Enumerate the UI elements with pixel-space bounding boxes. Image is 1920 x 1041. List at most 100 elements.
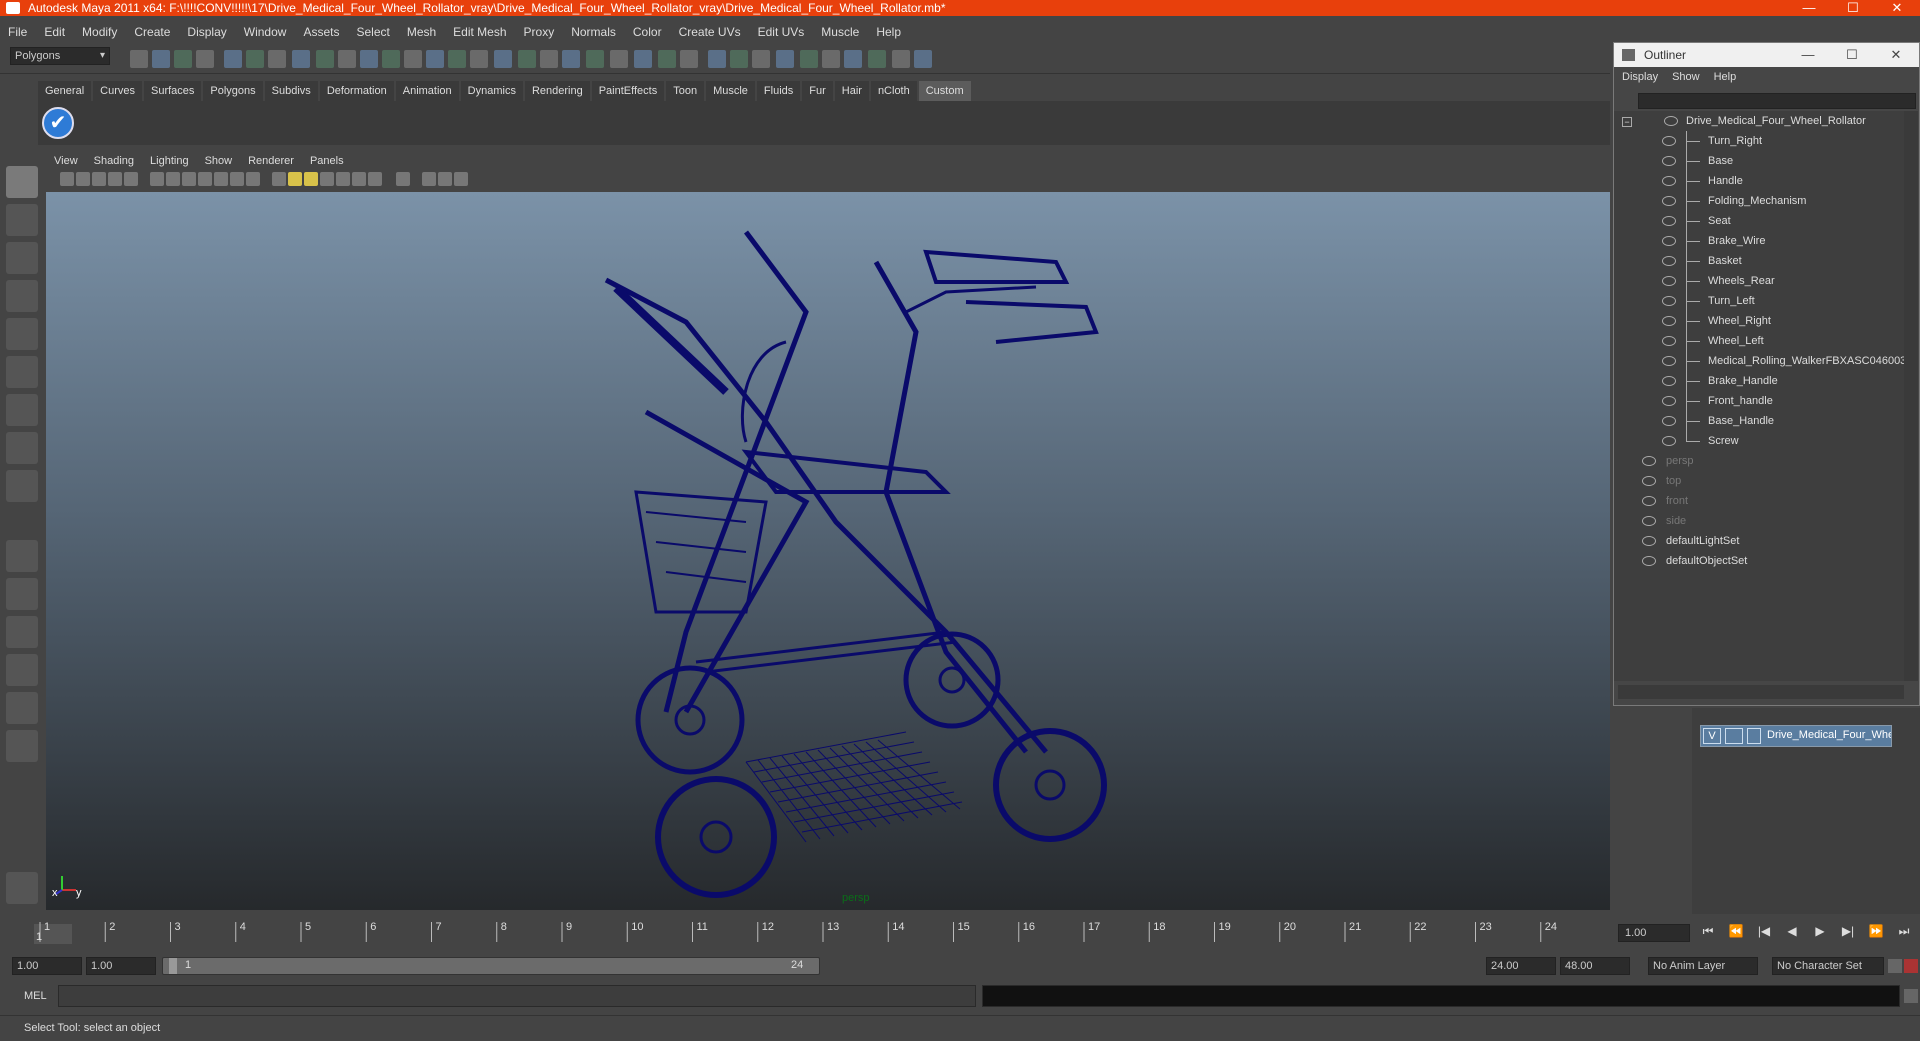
menu-muscle[interactable]: Muscle xyxy=(821,25,859,39)
outliner-menu-show[interactable]: Show xyxy=(1672,71,1700,83)
panel-menu-view[interactable]: View xyxy=(54,155,78,167)
layer-visibility-toggle[interactable]: V xyxy=(1703,728,1721,744)
grid-icon[interactable] xyxy=(150,172,164,186)
lock-camera-icon[interactable] xyxy=(76,172,90,186)
shelf-tab-dynamics[interactable]: Dynamics xyxy=(460,81,523,101)
outliner-item[interactable]: Basket xyxy=(1614,251,1904,271)
snap-point-icon[interactable] xyxy=(518,50,536,68)
outliner-item[interactable]: persp xyxy=(1614,451,1904,471)
panel-menu-panels[interactable]: Panels xyxy=(310,155,344,167)
shelf-tab-curves[interactable]: Curves xyxy=(93,81,142,101)
playback-button-7[interactable]: ⏭ xyxy=(1890,924,1918,939)
film-gate-icon[interactable] xyxy=(166,172,180,186)
menu-create-uvs[interactable]: Create UVs xyxy=(679,25,741,39)
animation-start-field[interactable]: 1.00 xyxy=(12,957,82,975)
manipulator-tool-icon[interactable] xyxy=(6,394,38,426)
outliner-item[interactable]: Medical_Rolling_WalkerFBXASC046003 xyxy=(1614,351,1906,371)
mel-label[interactable]: MEL xyxy=(24,990,47,1002)
soft-mod-tool-icon[interactable] xyxy=(6,432,38,464)
wireframe-icon[interactable] xyxy=(272,172,286,186)
panel-menu-shading[interactable]: Shading xyxy=(94,155,134,167)
panel-menu-renderer[interactable]: Renderer xyxy=(248,155,294,167)
safe-title-icon[interactable] xyxy=(246,172,260,186)
xray-active-icon[interactable] xyxy=(454,172,468,186)
textured-icon[interactable] xyxy=(336,172,350,186)
range-start-handle[interactable] xyxy=(169,958,177,974)
outliner-item[interactable]: defaultObjectSet xyxy=(1614,551,1904,571)
outliner-item[interactable]: Drive_Medical_Four_Wheel_Rollator xyxy=(1614,111,1904,131)
menu-edit[interactable]: Edit xyxy=(44,25,65,39)
select-joint-icon[interactable] xyxy=(292,50,310,68)
safe-action-icon[interactable] xyxy=(230,172,244,186)
hand-tool-icon[interactable] xyxy=(6,872,38,904)
select-misc-icon[interactable] xyxy=(426,50,444,68)
bounding-box-icon[interactable] xyxy=(320,172,334,186)
paint-select-tool-icon[interactable] xyxy=(6,242,38,274)
layer-color-swatch[interactable] xyxy=(1747,728,1761,744)
animation-end-field[interactable]: 48.00 xyxy=(1560,957,1630,975)
hypershade-icon[interactable] xyxy=(752,50,770,68)
outliner-vertical-scrollbar[interactable] xyxy=(1904,111,1918,681)
shelf-tab-fur[interactable]: Fur xyxy=(802,81,833,101)
select-hierarchy-icon[interactable] xyxy=(196,50,214,68)
rotate-tool-icon[interactable] xyxy=(6,318,38,350)
outliner-item[interactable]: Screw xyxy=(1614,431,1904,451)
show-tool-icon[interactable] xyxy=(800,50,818,68)
outliner-minimize-button[interactable]: — xyxy=(1786,43,1830,67)
playback-button-3[interactable]: ◀ xyxy=(1778,924,1806,938)
close-button[interactable]: ✕ xyxy=(1874,0,1920,16)
camera-attributes-icon[interactable] xyxy=(92,172,106,186)
smooth-shade-icon[interactable] xyxy=(288,172,302,186)
select-deform-icon[interactable] xyxy=(360,50,378,68)
menu-set-dropdown[interactable]: Polygons xyxy=(10,47,110,65)
show-layer-icon[interactable] xyxy=(844,50,862,68)
shelf-tab-ncloth[interactable]: nCloth xyxy=(870,81,917,101)
menu-edit-uvs[interactable]: Edit UVs xyxy=(758,25,805,39)
outliner-item[interactable]: Brake_Wire xyxy=(1614,231,1904,251)
menu-select[interactable]: Select xyxy=(356,25,389,39)
outliner-item[interactable]: side xyxy=(1614,511,1904,531)
minimize-button[interactable]: — xyxy=(1786,0,1832,16)
resolution-gate-icon[interactable] xyxy=(182,172,196,186)
outliner-layout-icon[interactable] xyxy=(6,616,38,648)
outliner-item[interactable]: top xyxy=(1614,471,1904,491)
shelf-tab-fluids[interactable]: Fluids xyxy=(756,81,801,101)
menu-proxy[interactable]: Proxy xyxy=(524,25,555,39)
snap-plane-icon[interactable] xyxy=(540,50,558,68)
field-chart-icon[interactable] xyxy=(214,172,228,186)
outliner-item[interactable]: Seat xyxy=(1614,211,1904,231)
shelf-tab-painteffects[interactable]: PaintEffects xyxy=(591,81,665,101)
shelf-tab-subdivs[interactable]: Subdivs xyxy=(264,81,318,101)
mel-input[interactable] xyxy=(58,985,976,1007)
layer-type-toggle[interactable] xyxy=(1725,728,1743,744)
select-camera-icon[interactable] xyxy=(60,172,74,186)
outliner-item[interactable]: defaultLightSet xyxy=(1614,531,1904,551)
scale-tool-icon[interactable] xyxy=(6,356,38,388)
outliner-horizontal-scrollbar[interactable] xyxy=(1618,685,1904,699)
select-object-icon[interactable] xyxy=(224,50,242,68)
shelf-tab-animation[interactable]: Animation xyxy=(395,81,459,101)
bookmarks-icon[interactable] xyxy=(108,172,122,186)
outliner-menu-help[interactable]: Help xyxy=(1714,71,1737,83)
last-tool-icon[interactable] xyxy=(6,470,38,502)
snap-live-icon[interactable] xyxy=(562,50,580,68)
menu-create[interactable]: Create xyxy=(134,25,170,39)
flat-shade-icon[interactable] xyxy=(304,172,318,186)
shelf-tab-polygons[interactable]: Polygons xyxy=(203,81,263,101)
input-ops-icon[interactable] xyxy=(610,50,628,68)
ipr-render-icon[interactable] xyxy=(708,50,726,68)
menu-normals[interactable]: Normals xyxy=(571,25,616,39)
character-set-dropdown[interactable]: No Character Set xyxy=(1772,957,1884,975)
maximize-button[interactable]: ☐ xyxy=(1830,0,1876,16)
outliner-item[interactable]: Base xyxy=(1614,151,1904,171)
open-scene-icon[interactable] xyxy=(152,50,170,68)
perspective-viewport[interactable] xyxy=(46,192,1610,910)
select-component-icon[interactable] xyxy=(246,50,264,68)
render-frame-icon[interactable] xyxy=(680,50,698,68)
shelf-tab-toon[interactable]: Toon xyxy=(666,81,705,101)
outliner-item[interactable]: front xyxy=(1614,491,1904,511)
playback-button-0[interactable]: ⏮ xyxy=(1694,924,1722,939)
shelf-tab-general[interactable]: General xyxy=(38,81,92,101)
menu-file[interactable]: File xyxy=(8,25,27,39)
select-dynamic-icon[interactable] xyxy=(382,50,400,68)
